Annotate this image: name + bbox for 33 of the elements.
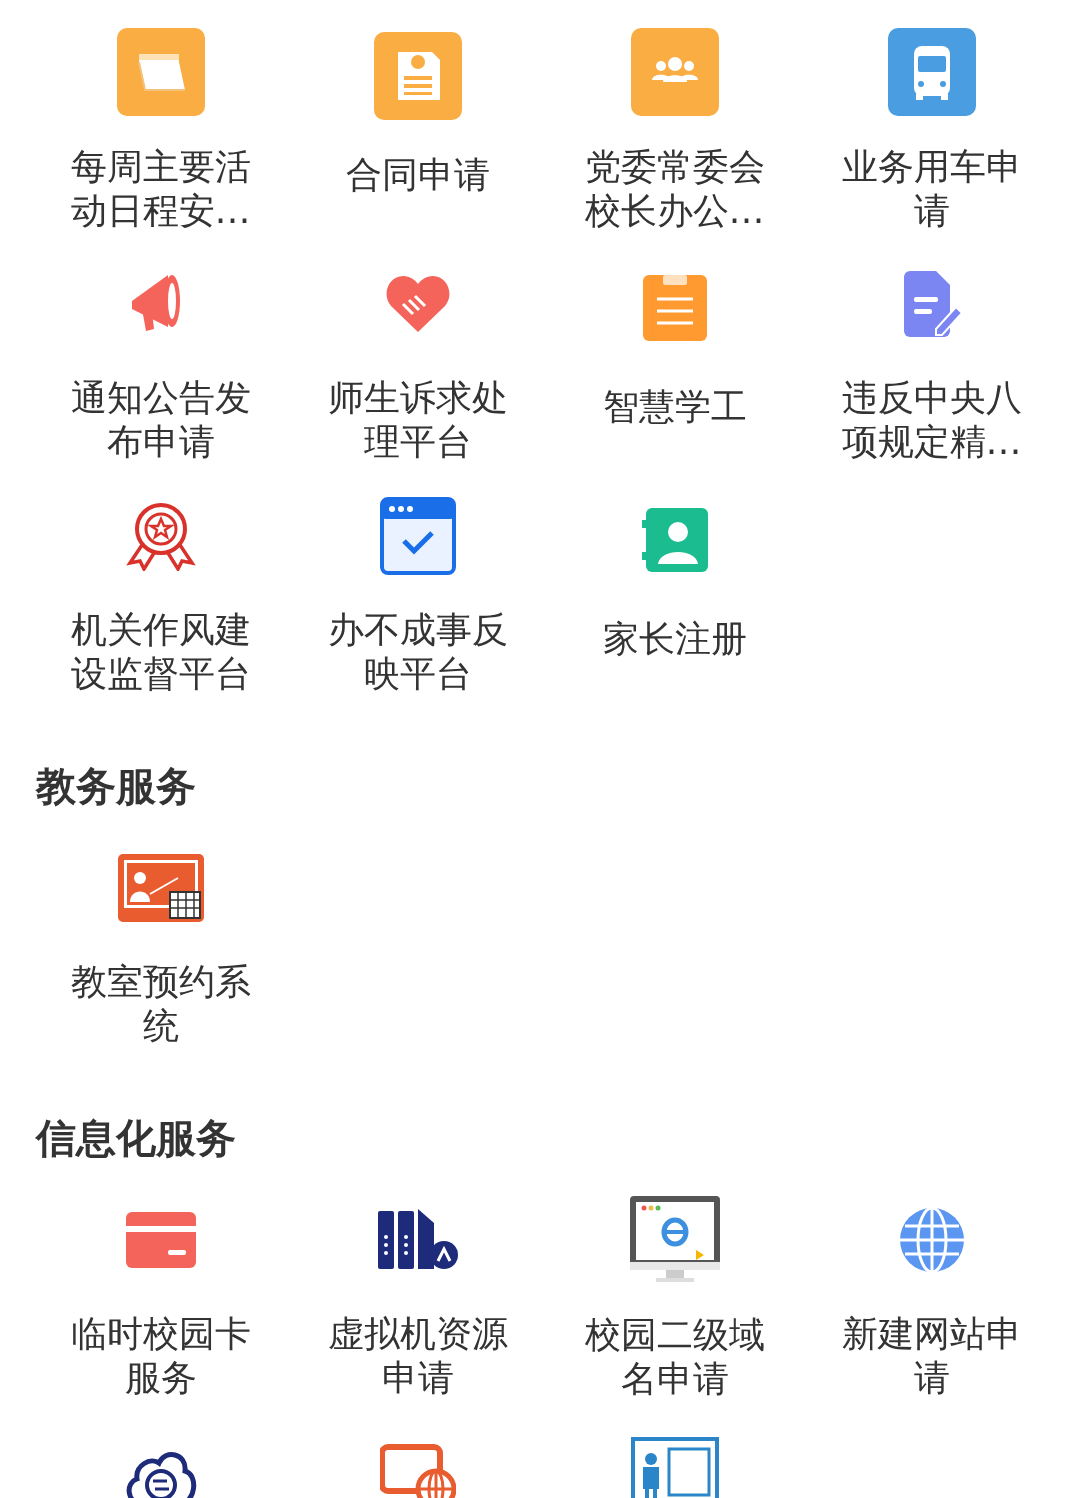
monitor-browser-icon[interactable] [629, 1196, 720, 1284]
app-label[interactable]: 办不成事反映平台 [317, 608, 518, 696]
clipboard-icon[interactable] [642, 275, 707, 341]
server-rack-icon[interactable] [377, 1208, 458, 1271]
browser-check-icon[interactable] [379, 496, 456, 575]
app-label[interactable]: 党委常委会校长办公… [574, 145, 775, 233]
app-label[interactable]: 业务用车申请 [831, 145, 1032, 233]
app-label[interactable]: 临时校园卡服务 [60, 1312, 261, 1400]
app-label[interactable]: 机关作风建设监督平台 [60, 608, 261, 696]
app-label[interactable]: 智慧学工 [574, 385, 775, 429]
app-label[interactable]: 合同申请 [317, 153, 518, 197]
screen-globe-icon[interactable] [379, 1443, 456, 1498]
contact-book-icon[interactable] [641, 508, 708, 572]
presenter-board-icon[interactable] [630, 1437, 719, 1498]
globe-icon[interactable] [897, 1205, 966, 1274]
app-label[interactable]: 每周主要活动日程安… [60, 145, 261, 233]
app-label[interactable]: 违反中央八项规定精… [831, 376, 1032, 464]
classroom-icon[interactable] [117, 853, 204, 922]
app-label[interactable]: 通知公告发布申请 [60, 376, 261, 464]
app-label[interactable]: 新建网站申请 [831, 1312, 1032, 1400]
app-label[interactable]: 教室预约系统 [60, 960, 261, 1048]
bus-icon[interactable] [887, 28, 976, 116]
app-label[interactable]: 虚拟机资源申请 [317, 1312, 518, 1400]
section-heading: 信息化服务 [34, 1114, 237, 1163]
section-heading: 教务服务 [34, 762, 197, 811]
document-icon[interactable] [373, 32, 462, 120]
app-label[interactable]: 师生诉求处理平台 [317, 376, 518, 464]
app-label[interactable]: 校园二级域名申请 [574, 1313, 775, 1401]
heart-handshake-icon[interactable] [384, 273, 451, 334]
app-label[interactable]: 家长注册 [574, 617, 775, 661]
card-icon[interactable] [125, 1211, 196, 1268]
people-icon[interactable] [630, 28, 719, 116]
badge-icon[interactable] [125, 500, 196, 571]
